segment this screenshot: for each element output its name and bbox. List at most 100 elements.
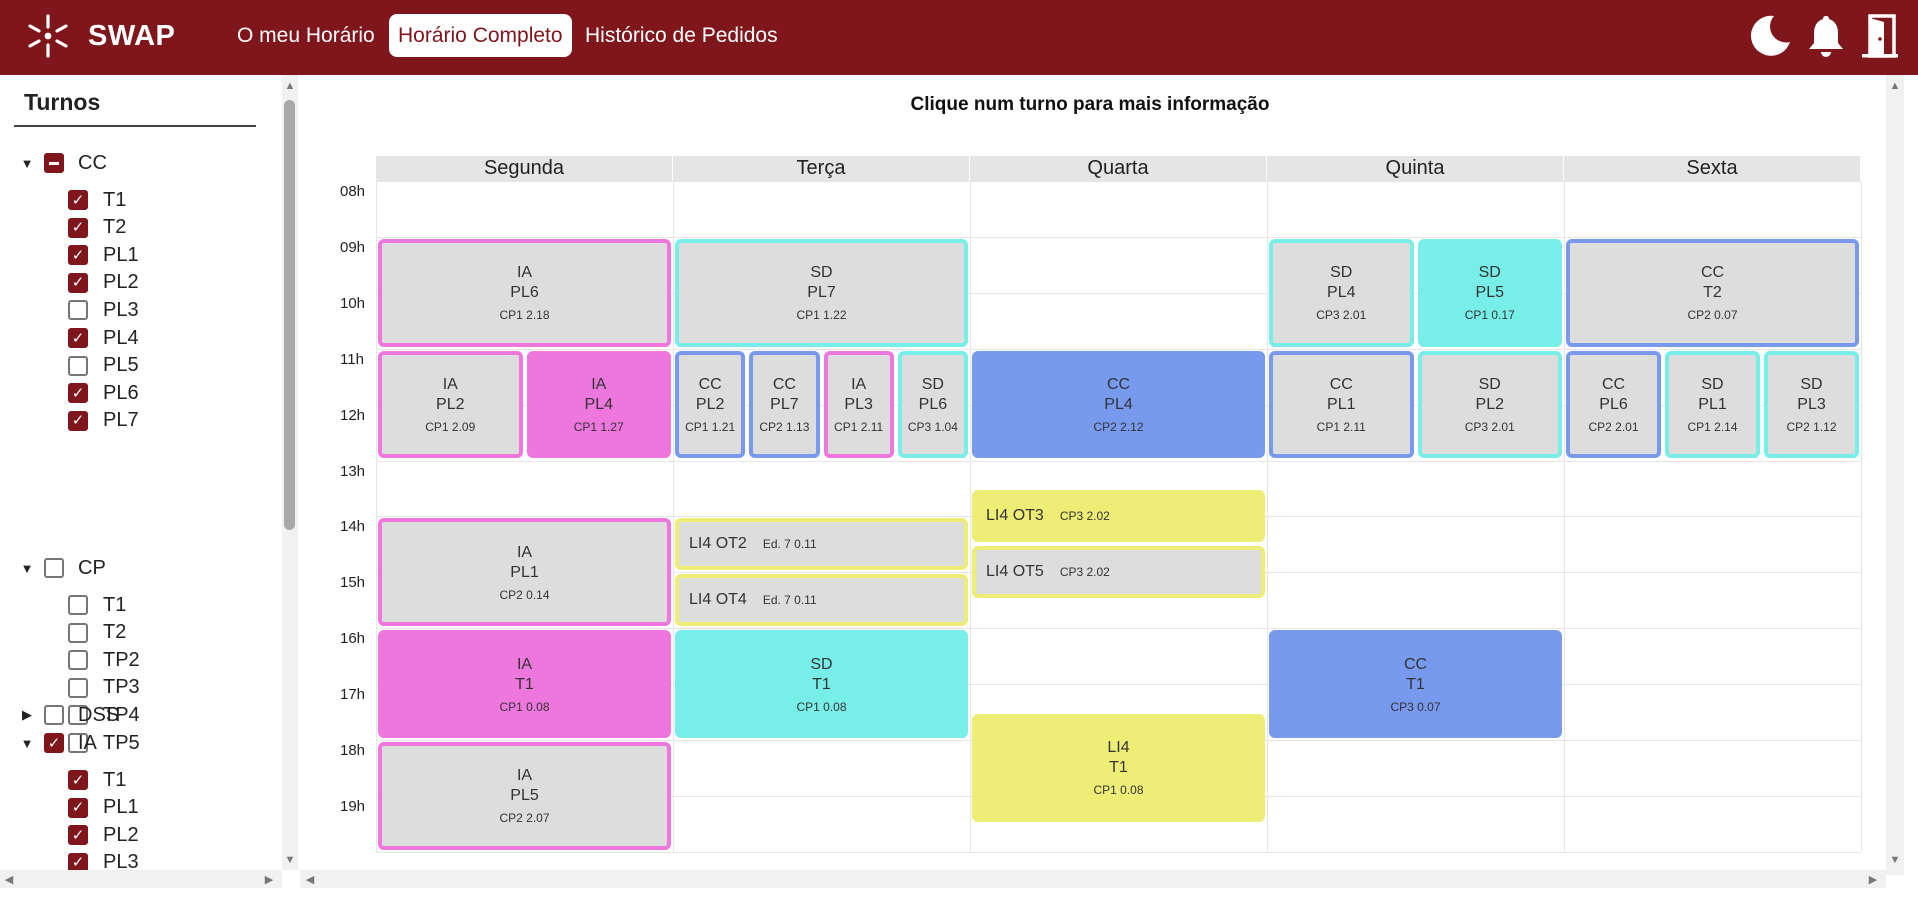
main-hscrollbar[interactable] <box>300 870 1886 888</box>
tree-group-ia[interactable]: ▼ ✓ IA <box>18 730 97 756</box>
shift-slot-ia-pl1[interactable]: IA PL1 CP2 0.14 <box>378 518 671 627</box>
tree-group-cp[interactable]: ▼ CP <box>18 555 106 581</box>
main-scroll-left-icon[interactable]: ◀ <box>303 873 317 886</box>
shift-slot-cc-pl7[interactable]: CC PL7 CP2 1.13 <box>749 350 820 459</box>
shift-checkbox[interactable] <box>68 355 88 376</box>
tree-item-cp-tp3[interactable]: TP3 <box>68 675 140 701</box>
nav-request-history[interactable]: Histórico de Pedidos <box>576 14 787 57</box>
door-exit-icon[interactable] <box>1856 12 1904 60</box>
hour-label: 12h <box>340 406 366 424</box>
main-scroll-right-icon[interactable]: ▶ <box>1866 873 1880 886</box>
shift-checkbox[interactable]: ✓ <box>68 383 88 404</box>
tree-item-cc-t2[interactable]: ✓ T2 <box>68 215 126 241</box>
group-checkbox[interactable]: ✓ <box>44 733 64 753</box>
main-scrollbar[interactable] <box>1886 75 1904 875</box>
day-header: Segunda <box>376 156 673 181</box>
shift-label: PL1 <box>103 243 139 266</box>
tree-item-ia-pl2[interactable]: ✓ PL2 <box>68 822 139 848</box>
tree-item-cc-pl4[interactable]: ✓ PL4 <box>68 325 139 351</box>
tree-item-ia-t1[interactable]: ✓ T1 <box>68 767 126 793</box>
shift-slot-sd-pl7[interactable]: SD PL7 CP1 1.22 <box>675 238 968 347</box>
shift-slot-cc-pl1[interactable]: CC PL1 CP1 2.11 <box>1269 350 1414 459</box>
shift-slot-ia-pl3[interactable]: IA PL3 CP1 2.11 <box>823 350 894 459</box>
nav-my-schedule[interactable]: O meu Horário <box>228 14 384 57</box>
slot-room: CP3 2.02 <box>1059 565 1110 580</box>
shift-checkbox[interactable]: ✓ <box>68 217 88 238</box>
shift-slot-cc-t1[interactable]: CC T1 CP3 0.07 <box>1269 630 1562 738</box>
shift-slot-sd-t1[interactable]: SD T1 CP1 0.08 <box>675 630 968 738</box>
shift-checkbox[interactable]: ✓ <box>68 272 88 293</box>
tree-item-cc-t1[interactable]: ✓ T1 <box>68 187 126 213</box>
sidebar-hscrollbar[interactable] <box>0 870 282 888</box>
shift-checkbox[interactable]: ✓ <box>68 245 88 266</box>
shift-slot-ia-pl5[interactable]: IA PL5 CP2 2.07 <box>378 742 671 850</box>
tree-group-cc[interactable]: ▼ CC <box>18 150 107 176</box>
sidebar-scroll-left-icon[interactable]: ◀ <box>2 873 16 886</box>
slot-room: CP1 0.08 <box>1093 783 1144 798</box>
tree-item-cp-t1[interactable]: T1 <box>68 592 126 618</box>
brand[interactable]: SWAP <box>24 10 175 62</box>
shift-checkbox[interactable]: ✓ <box>68 190 88 210</box>
slot-shift: PL5 <box>1475 284 1504 302</box>
shift-slot-cc-pl4[interactable]: CC PL4 CP2 2.12 <box>972 350 1265 459</box>
shift-slot-li4-ot3[interactable]: LI4 OT3 CP3 2.02 <box>972 490 1265 543</box>
caret-right-icon[interactable]: ▶ <box>18 707 36 723</box>
shift-slot-sd-pl5[interactable]: SD PL5 CP1 0.17 <box>1417 238 1562 347</box>
shift-slot-li4-t1[interactable]: LI4 T1 CP1 0.08 <box>972 714 1265 822</box>
shift-checkbox[interactable]: ✓ <box>68 770 88 790</box>
shift-slot-sd-pl6[interactable]: SD PL6 CP3 1.04 <box>897 350 968 459</box>
shift-slot-cc-pl2[interactable]: CC PL2 CP1 1.21 <box>675 350 746 459</box>
shift-slot-sd-pl3[interactable]: SD PL3 CP2 1.12 <box>1764 350 1859 459</box>
hour-gridline <box>376 628 1861 630</box>
sidebar-scroll-up-icon[interactable]: ▲ <box>283 80 297 92</box>
tree-item-cc-pl7[interactable]: ✓ PL7 <box>68 408 139 434</box>
sidebar-scroll-right-icon[interactable]: ▶ <box>262 873 276 886</box>
shift-slot-cc-t2[interactable]: CC T2 CP2 0.07 <box>1566 238 1859 347</box>
shift-slot-li4-ot5[interactable]: LI4 OT5 CP3 2.02 <box>972 546 1265 599</box>
shift-slot-li4-ot2[interactable]: LI4 OT2 Ed. 7 0.11 <box>675 518 968 571</box>
caret-down-icon[interactable]: ▼ <box>18 156 36 171</box>
tree-item-cc-pl6[interactable]: ✓ PL6 <box>68 380 139 406</box>
group-checkbox[interactable] <box>44 558 64 578</box>
nav-full-schedule[interactable]: Horário Completo <box>389 14 572 57</box>
tree-item-cc-pl2[interactable]: ✓ PL2 <box>68 270 139 296</box>
caret-down-icon[interactable]: ▼ <box>18 736 36 751</box>
main-scroll-up-icon[interactable]: ▲ <box>1888 80 1902 92</box>
tree-item-cp-tp2[interactable]: TP2 <box>68 647 140 673</box>
shift-slot-sd-pl2[interactable]: SD PL2 CP3 2.01 <box>1417 350 1562 459</box>
shift-checkbox[interactable]: ✓ <box>68 410 88 431</box>
shift-checkbox[interactable] <box>68 595 88 615</box>
shift-checkbox[interactable]: ✓ <box>68 797 88 818</box>
tree-group-dss[interactable]: ▶ DSS <box>18 702 119 728</box>
tree-item-cc-pl1[interactable]: ✓ PL1 <box>68 242 139 268</box>
tree-item-cc-pl5[interactable]: PL5 <box>68 353 139 379</box>
caret-down-icon[interactable]: ▼ <box>18 561 36 576</box>
group-checkbox[interactable] <box>44 153 64 173</box>
shift-slot-sd-pl1[interactable]: SD PL1 CP1 2.14 <box>1665 350 1760 459</box>
shift-slot-li4-ot4[interactable]: LI4 OT4 Ed. 7 0.11 <box>675 574 968 627</box>
shift-checkbox[interactable]: ✓ <box>68 825 88 846</box>
slot-room: CP3 1.04 <box>907 420 958 435</box>
group-checkbox[interactable] <box>44 705 64 725</box>
sidebar-scroll-thumb[interactable] <box>284 100 295 530</box>
shift-checkbox[interactable] <box>68 677 88 698</box>
bell-icon[interactable] <box>1802 12 1850 60</box>
shift-checkbox[interactable] <box>68 300 88 321</box>
tree-item-cc-pl3[interactable]: PL3 <box>68 297 139 323</box>
shift-checkbox[interactable] <box>68 650 88 671</box>
shift-slot-ia-pl2[interactable]: IA PL2 CP1 2.09 <box>378 350 523 459</box>
shift-slot-ia-t1[interactable]: IA T1 CP1 0.08 <box>378 630 671 738</box>
shift-checkbox[interactable] <box>68 622 88 643</box>
sidebar-scroll-down-icon[interactable]: ▼ <box>283 854 297 866</box>
shift-checkbox[interactable]: ✓ <box>68 328 88 348</box>
shift-slot-ia-pl4[interactable]: IA PL4 CP1 1.27 <box>526 350 671 459</box>
shift-slot-ia-pl6[interactable]: IA PL6 CP1 2.18 <box>378 238 671 347</box>
slot-shift: PL4 <box>1104 396 1133 414</box>
shift-label: PL2 <box>103 823 139 846</box>
main-scroll-down-icon[interactable]: ▼ <box>1888 854 1902 866</box>
moon-icon[interactable] <box>1746 12 1794 60</box>
tree-item-cp-t2[interactable]: T2 <box>68 620 126 646</box>
shift-slot-cc-pl6[interactable]: CC PL6 CP2 2.01 <box>1566 350 1661 459</box>
shift-slot-sd-pl4[interactable]: SD PL4 CP3 2.01 <box>1269 238 1414 347</box>
tree-item-ia-pl1[interactable]: ✓ PL1 <box>68 795 139 821</box>
